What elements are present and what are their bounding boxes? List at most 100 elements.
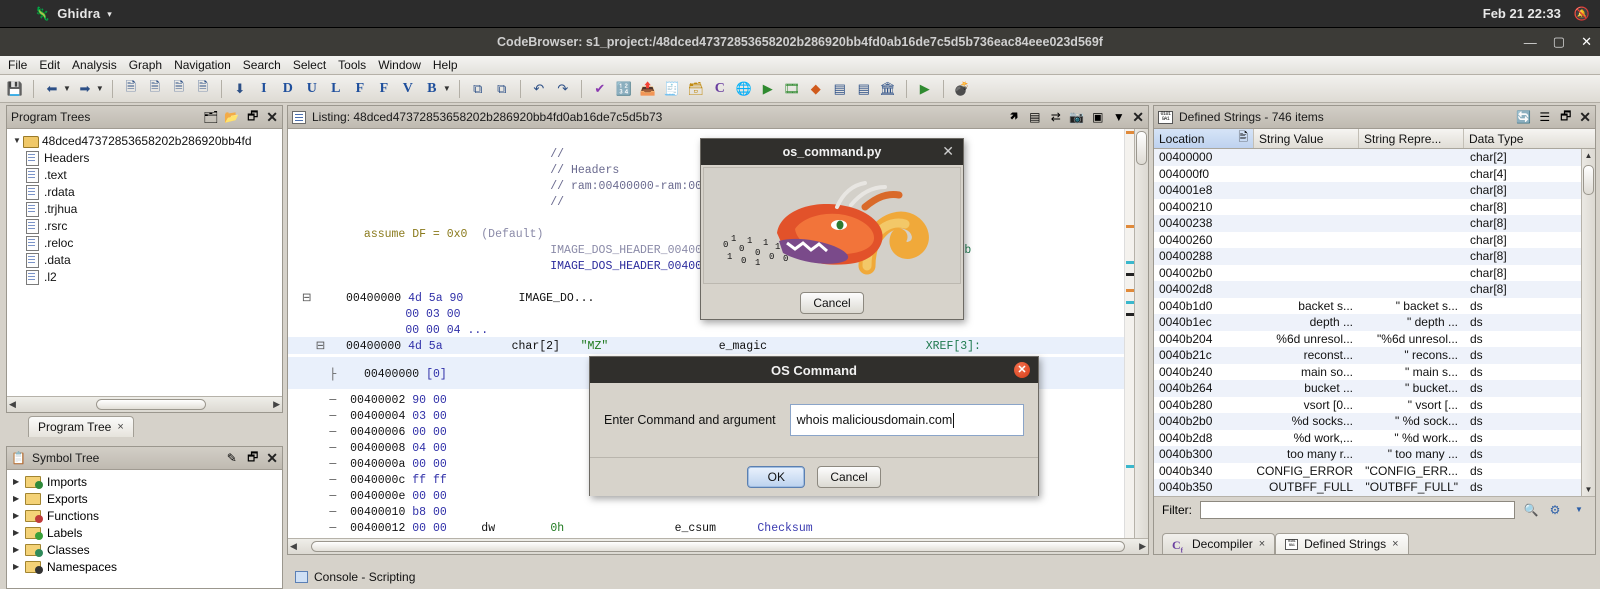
tree-node-rsrc[interactable]: .rsrc [7,217,282,234]
table-row[interactable]: 00400260char[8] [1154,232,1595,249]
menu-navigation[interactable]: Navigation [174,58,231,72]
symbol-node-namespaces[interactable]: ▶ Namespaces [7,558,282,575]
ghidra-app-menu[interactable]: 🦎 Ghidra ▾ [34,6,112,22]
back-dropdown-icon[interactable]: ▼ [63,84,71,93]
scroll-left-arrow-icon[interactable]: ◀ [9,399,16,410]
menu-icon[interactable]: ☰ [1537,110,1552,125]
minimize-button[interactable]: — [1524,35,1537,50]
ok-button[interactable]: OK [747,466,805,488]
open-folder-icon[interactable]: 📂 [224,110,239,125]
symbol-node-functions[interactable]: ▶ Functions [7,507,282,524]
export-icon[interactable]: 📤 [637,78,659,100]
menu-window[interactable]: Window [378,58,421,72]
menu-file[interactable]: File [8,58,27,72]
table-row[interactable]: 004002d8char[8] [1154,281,1595,298]
tab-close-icon[interactable]: × [1392,538,1398,550]
tree-node-l2[interactable]: .l2 [7,268,282,285]
console-header[interactable]: Console - Scripting [287,567,1149,587]
expand-toggle-icon[interactable]: ▶ [13,562,25,571]
new-tree-icon[interactable]: 🗂 [203,110,218,125]
table-row[interactable]: 0040b240main so..." main s...ds [1154,364,1595,381]
table-icon[interactable]: ▤ [829,78,851,100]
menu-analysis[interactable]: Analysis [72,58,117,72]
paste-icon[interactable]: ⧉ [491,78,513,100]
rename-function-icon[interactable]: F [373,78,395,100]
filter-options-icon[interactable]: 🔍 [1523,502,1539,518]
back-arrow-icon[interactable]: ⬅ [41,78,63,100]
add-field-icon[interactable]: ▤ [1027,110,1042,125]
close-icon[interactable]: ✕ [1014,362,1030,378]
close-icon[interactable]: ✕ [266,450,278,467]
table-row[interactable]: 004001e8char[8] [1154,182,1595,199]
layout-dropdown-icon[interactable]: ▼ [1111,110,1126,125]
table-row[interactable]: 0040b1d0backet s..." backet s...ds [1154,298,1595,315]
listing-marker-margin[interactable] [1124,129,1134,538]
table-row[interactable]: 004002b0char[8] [1154,265,1595,282]
scroll-right-arrow-icon[interactable]: ▶ [1139,541,1146,552]
instruction-icon[interactable]: I [253,78,275,100]
redo-icon[interactable]: ↷ [552,78,574,100]
cursor-select-icon[interactable]: 🢅 [1006,110,1021,125]
table-row[interactable]: 0040b300too many r..." too many ...ds [1154,446,1595,463]
tab-decompiler[interactable]: Cf Decompiler × [1162,533,1275,554]
tab-close-icon[interactable]: × [1259,538,1265,550]
table-row[interactable]: 0040b264bucket ..." bucket...ds [1154,380,1595,397]
snapshot-3-icon[interactable]: 🗎 [168,78,190,100]
expand-toggle-icon[interactable]: ▶ [13,494,25,503]
detach-icon[interactable]: 🗗 [1558,110,1573,125]
symbol-node-classes[interactable]: ▶ Classes [7,541,282,558]
table-row[interactable]: 0040b204%6d unresol..."%6d unresol...ds [1154,331,1595,348]
close-icon[interactable]: ✕ [1132,109,1144,126]
table-row[interactable]: 0040b280vsort [0..." vsort [...ds [1154,397,1595,414]
filter-settings-icon[interactable]: ⚙ [1547,502,1563,518]
down-arrow-icon[interactable]: ⬇ [229,78,251,100]
script-manager-icon[interactable]: 🎞 [781,78,803,100]
table-row[interactable]: 0040b340CONFIG_ERROR"CONFIG_ERR...ds [1154,463,1595,480]
column-header-location[interactable]: Location 🖹 [1154,129,1254,148]
table-row[interactable]: 00400000char[2] [1154,149,1595,166]
tree-node-trjhua[interactable]: .trjhua [7,200,282,217]
snapshot-icon[interactable]: 🗎 [120,78,142,100]
detach-icon[interactable]: 🗗 [245,451,260,466]
data-icon[interactable]: D [277,78,299,100]
function-graph-icon[interactable]: C [709,78,731,100]
forward-dropdown-icon[interactable]: ▼ [96,84,104,93]
expand-toggle-icon[interactable]: ▶ [13,545,25,554]
table-row[interactable]: 004000f0char[4] [1154,166,1595,183]
close-button[interactable]: ✕ [1581,34,1592,50]
close-icon[interactable]: ✕ [1579,109,1591,126]
label-icon[interactable]: L [325,78,347,100]
bell-muted-icon[interactable]: 🔕 [1574,6,1590,22]
python-cancel-button[interactable]: Cancel [800,292,863,314]
tab-program-tree[interactable]: Program Tree × [28,416,134,437]
variable-icon[interactable]: V [397,78,419,100]
table-row[interactable]: 0040b350OUTBFF_FULL"OUTBFF_FULL"ds [1154,479,1595,496]
expand-toggle-icon[interactable]: ▼ [11,136,23,145]
symbol-node-exports[interactable]: ▶ Exports [7,490,282,507]
snapshot-4-icon[interactable]: 🗎 [192,78,214,100]
copy-icon[interactable]: ⧉ [467,78,489,100]
tab-close-icon[interactable]: × [117,421,123,433]
listing-vscrollbar[interactable] [1134,129,1148,538]
menu-tools[interactable]: Tools [338,58,366,72]
scrollbar-thumb[interactable] [311,541,1125,552]
run-icon[interactable]: ▶ [757,78,779,100]
chevron-down-icon[interactable]: ▾ [107,9,112,20]
expand-toggle-icon[interactable]: ▶ [13,511,25,520]
cancel-button[interactable]: Cancel [817,466,880,488]
maximize-button[interactable]: ▢ [1553,34,1565,50]
table-row[interactable]: 0040b2b0%d socks..." %d sock...ds [1154,413,1595,430]
expand-toggle-icon[interactable]: ▶ [13,477,25,486]
tree-node-headers[interactable]: Headers [7,149,282,166]
close-icon[interactable]: ✕ [266,109,278,126]
snapshot-2-icon[interactable]: 🗎 [144,78,166,100]
layout-icon[interactable]: ▣ [1090,110,1105,125]
symbol-node-labels[interactable]: ▶ Labels [7,524,282,541]
tree-root-node[interactable]: ▼ 48dced47372853658202b286920bb4fd [7,132,282,149]
scroll-left-arrow-icon[interactable]: ◀ [290,541,297,552]
table-row[interactable]: 00400210char[8] [1154,199,1595,216]
diff-icon[interactable]: ◆ [805,78,827,100]
binary-icon[interactable]: 🔢 [613,78,635,100]
save-icon[interactable]: 💾 [4,78,26,100]
snapshot-camera-icon[interactable]: 📷 [1069,110,1084,125]
